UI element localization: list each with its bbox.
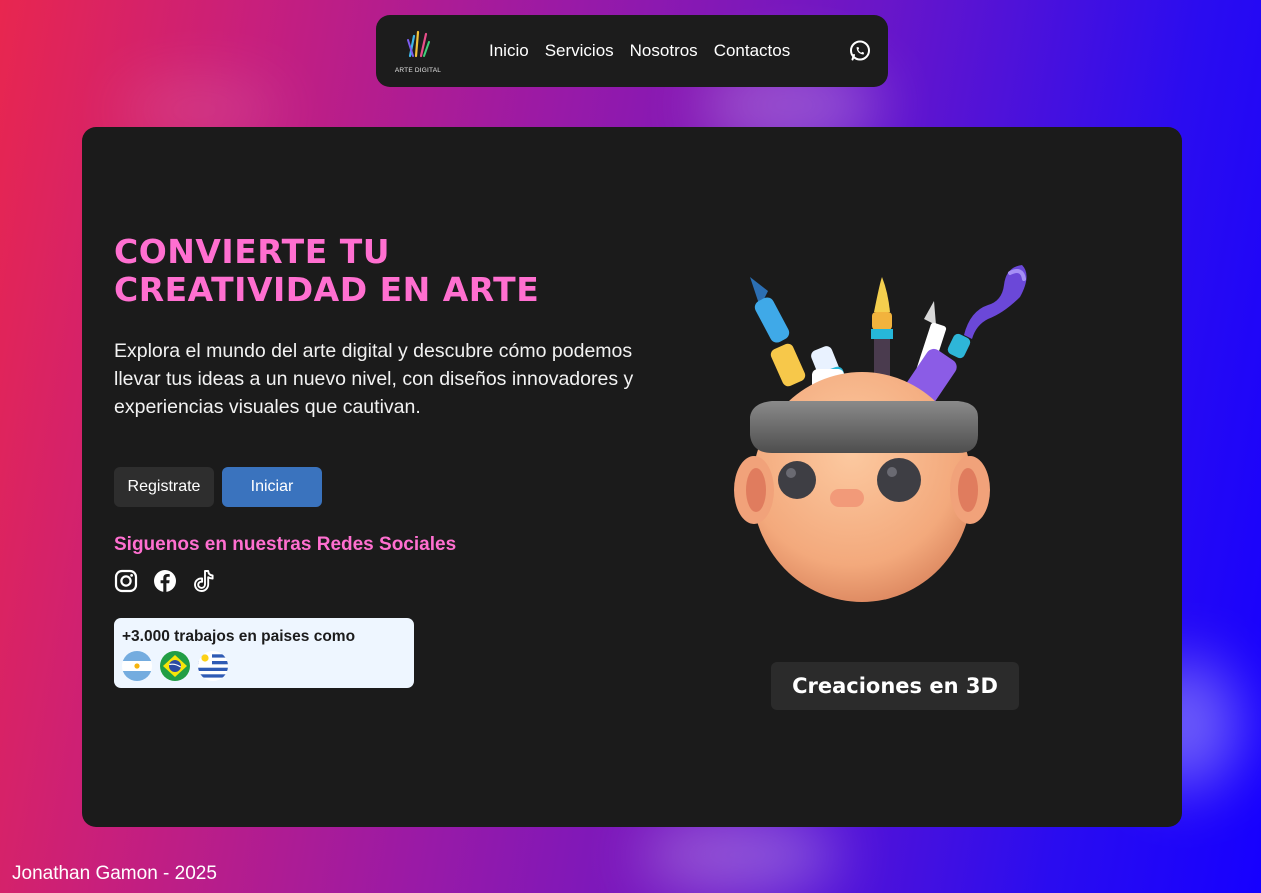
hero-description: Explora el mundo del arte digital y desc… — [114, 340, 634, 418]
hero-title: CONVIERTE TU CREATIVIDAD EN ARTE — [114, 232, 540, 309]
social-title: Siguenos en nuestras Redes Sociales — [114, 534, 457, 555]
background-blob — [640, 820, 840, 890]
start-button[interactable]: Iniciar — [222, 467, 322, 507]
social-icons — [114, 569, 216, 593]
nav-link-servicios[interactable]: Servicios — [545, 41, 614, 61]
whatsapp-icon[interactable] — [848, 39, 872, 63]
tiktok-icon[interactable] — [192, 569, 216, 593]
logo-brush-icon — [407, 30, 430, 58]
country-flags — [122, 651, 406, 681]
register-button[interactable]: Registrate — [114, 467, 214, 507]
nav-links: Inicio Servicios Nosotros Contactos — [489, 41, 790, 61]
nav-link-contactos[interactable]: Contactos — [714, 41, 791, 61]
nav-link-nosotros[interactable]: Nosotros — [630, 41, 698, 61]
hero-card: CONVIERTE TU CREATIVIDAD EN ARTE Explora… — [82, 127, 1182, 827]
works-text: +3.000 trabajos en paises como — [122, 628, 356, 645]
uruguay-flag — [198, 651, 228, 681]
brazil-flag — [160, 651, 190, 681]
instagram-icon[interactable] — [114, 569, 138, 593]
site-logo[interactable]: ARTE DIGITAL — [390, 26, 446, 76]
argentina-flag — [122, 651, 152, 681]
3d-head-illustration — [734, 265, 1027, 602]
facebook-icon[interactable] — [153, 569, 177, 593]
footer-credit: Jonathan Gamon - 2025 — [12, 863, 217, 884]
creations-caption: Creaciones en 3D — [771, 662, 1019, 710]
works-badge: +3.000 trabajos en paises como — [114, 618, 414, 688]
nav-link-inicio[interactable]: Inicio — [489, 41, 529, 61]
top-navbar: ARTE DIGITAL Inicio Servicios Nosotros C… — [376, 15, 888, 87]
logo-text: ARTE DIGITAL — [394, 67, 442, 74]
